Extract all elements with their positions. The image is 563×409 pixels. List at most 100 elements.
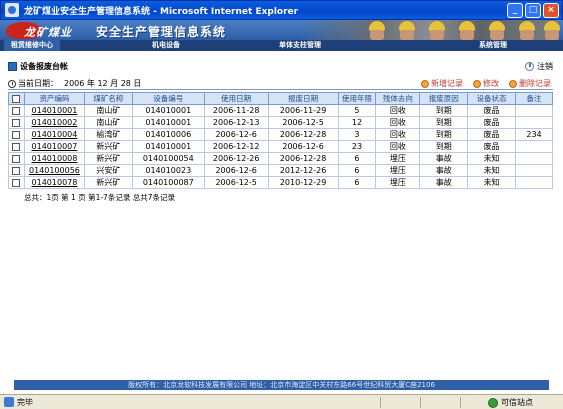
edit-button[interactable]: 修改	[473, 78, 499, 89]
nav-item-prop-management[interactable]: 单体支柱管理	[279, 40, 321, 51]
column-header[interactable]: 设备编号	[131, 92, 205, 105]
banner-photo	[299, 20, 560, 40]
asset-code-link[interactable]: 014010001	[32, 106, 78, 115]
row-checkbox[interactable]	[12, 118, 21, 127]
asset-code-cell: 014010004	[23, 128, 85, 141]
table-cell: 014010001	[131, 104, 205, 117]
row-checkbox[interactable]	[12, 106, 21, 115]
row-checkbox[interactable]	[12, 154, 21, 163]
window-title: 龙矿煤业安全生产管理信息系统 - Microsoft Internet Expl…	[24, 6, 299, 17]
maximize-button[interactable]: □	[525, 3, 541, 18]
asset-code-cell: 0140100056	[23, 164, 85, 177]
logout-link[interactable]: 注销	[525, 61, 553, 72]
column-header[interactable]: 残体去向	[375, 92, 421, 105]
delete-record-button[interactable]: 删除记录	[509, 78, 551, 89]
column-header[interactable]: 备注	[515, 92, 553, 105]
table-cell: 12	[337, 116, 377, 129]
add-icon	[421, 79, 429, 88]
date-value: 2006 年 12 月 28 日	[64, 79, 142, 88]
nav-item-rental-repair[interactable]: 租赁维修中心	[4, 40, 60, 51]
status-text: 完毕	[17, 397, 33, 407]
column-header[interactable]: 资产编码	[23, 92, 85, 105]
row-checkbox[interactable]	[12, 166, 21, 175]
table-row[interactable]: 014010001 南山矿 014010001 2006-11-28 2006-11-2…	[8, 104, 553, 117]
main-content: 设备报废台帐 注销 当前日期： 2006 年 12 月 28 日 新增记录 修改…	[4, 51, 559, 377]
table-header-row: 资产编码 煤矿名称 设备编号 使用日期 报废日期 使用年限 残体去向 报废原因 …	[8, 92, 553, 105]
table-cell: 埋压	[375, 152, 421, 165]
column-header[interactable]: 报废日期	[267, 92, 339, 105]
copyright-footer: 版权所有：北京龙软科技发展有限公司 地址：北京市海淀区中关村东路66号世纪科贸大…	[14, 380, 549, 390]
table-cell	[515, 116, 553, 129]
table-cell	[515, 140, 553, 153]
table-cell: 新兴矿	[83, 152, 133, 165]
table-cell: 014010001	[131, 140, 205, 153]
asset-code-link[interactable]: 014010007	[32, 142, 78, 151]
current-date: 当前日期： 2006 年 12 月 28 日	[8, 78, 141, 89]
table-cell: 2006-12-13	[203, 116, 269, 129]
app-banner: 龙矿煤业 安全生产管理信息系统	[0, 20, 563, 40]
column-header[interactable]: 使用日期	[203, 92, 269, 105]
asset-code-link[interactable]: 014010008	[32, 154, 78, 163]
security-zone: 可信站点	[488, 397, 533, 408]
zone-label: 可信站点	[501, 398, 533, 407]
table-cell: 到期	[419, 128, 469, 141]
page-header: 设备报废台帐	[8, 61, 68, 72]
table-cell: 废品	[467, 140, 516, 153]
column-header[interactable]: 煤矿名称	[83, 92, 133, 105]
table-cell: 5	[337, 104, 377, 117]
table-row[interactable]: 014010008 新兴矿 0140100054 2006-12-26 2006-12-…	[8, 152, 553, 165]
table-row[interactable]: 014010007 新兴矿 014010001 2006-12-12 2006-12-6…	[8, 140, 553, 153]
date-label: 当前日期：	[18, 79, 58, 88]
close-button[interactable]: ×	[543, 3, 559, 18]
add-record-button[interactable]: 新增记录	[421, 78, 463, 89]
asset-code-cell: 014010002	[23, 116, 85, 129]
table-row[interactable]: 014010004 榆湾矿 014010006 2006-12-6 2006-12-28…	[8, 128, 553, 141]
table-cell: 234	[515, 128, 553, 141]
row-select-cell	[8, 164, 25, 177]
add-record-label: 新增记录	[431, 79, 463, 88]
table-cell: 废品	[467, 104, 516, 117]
edit-label: 修改	[483, 79, 499, 88]
row-select-cell	[8, 140, 25, 153]
row-checkbox[interactable]	[12, 142, 21, 151]
table-cell: 事故	[419, 176, 469, 189]
row-checkbox[interactable]	[12, 178, 21, 187]
header-divider	[8, 89, 553, 90]
table-cell: 014010023	[131, 164, 205, 177]
column-header[interactable]: 设备状态	[467, 92, 516, 105]
edit-icon	[473, 79, 481, 88]
asset-code-link[interactable]: 014010004	[32, 130, 78, 139]
asset-code-link[interactable]: 0140100056	[29, 166, 80, 175]
table-cell: 0140100054	[131, 152, 205, 165]
table-cell: 0140100087	[131, 176, 205, 189]
clock-icon	[8, 79, 16, 88]
table-cell	[515, 176, 553, 189]
minimize-button[interactable]: _	[507, 3, 523, 18]
row-checkbox[interactable]	[12, 130, 21, 139]
nav-item-system-management[interactable]: 系统管理	[479, 40, 507, 51]
table-cell: 2012-12-26	[267, 164, 339, 177]
column-header[interactable]: 报废原因	[419, 92, 469, 105]
table-cell: 2006-12-28	[267, 152, 339, 165]
select-all-checkbox[interactable]	[12, 95, 21, 103]
column-header[interactable]: 使用年限	[337, 92, 377, 105]
table-cell	[515, 104, 553, 117]
table-cell: 事故	[419, 164, 469, 177]
asset-code-link[interactable]: 014010002	[32, 118, 78, 127]
table-row[interactable]: 014010002 南山矿 014010001 2006-12-13 2006-12-5…	[8, 116, 553, 129]
table-cell: 2006-12-5	[267, 116, 339, 129]
pagination-info: 总共：1页 第 1 页 第1-7条记录 总共7条记录	[24, 193, 175, 202]
asset-code-cell: 014010008	[23, 152, 85, 165]
table-cell: 南山矿	[83, 104, 133, 117]
table-cell: 废品	[467, 128, 516, 141]
row-select-cell	[8, 116, 25, 129]
table-row[interactable]: 0140100056 兴安矿 014010023 2006-12-6 2012-12-2…	[8, 164, 553, 177]
browser-status-bar: 完毕 可信站点	[0, 394, 563, 409]
table-cell	[515, 164, 553, 177]
table-cell: 未知	[467, 152, 516, 165]
row-select-cell	[8, 128, 25, 141]
table-row[interactable]: 014010078 新兴矿 0140100087 2006-12-5 2010-12-2…	[8, 176, 553, 189]
table-cell: 6	[337, 152, 377, 165]
nav-item-electromechanical[interactable]: 机电设备	[152, 40, 180, 51]
asset-code-link[interactable]: 014010078	[32, 178, 78, 187]
